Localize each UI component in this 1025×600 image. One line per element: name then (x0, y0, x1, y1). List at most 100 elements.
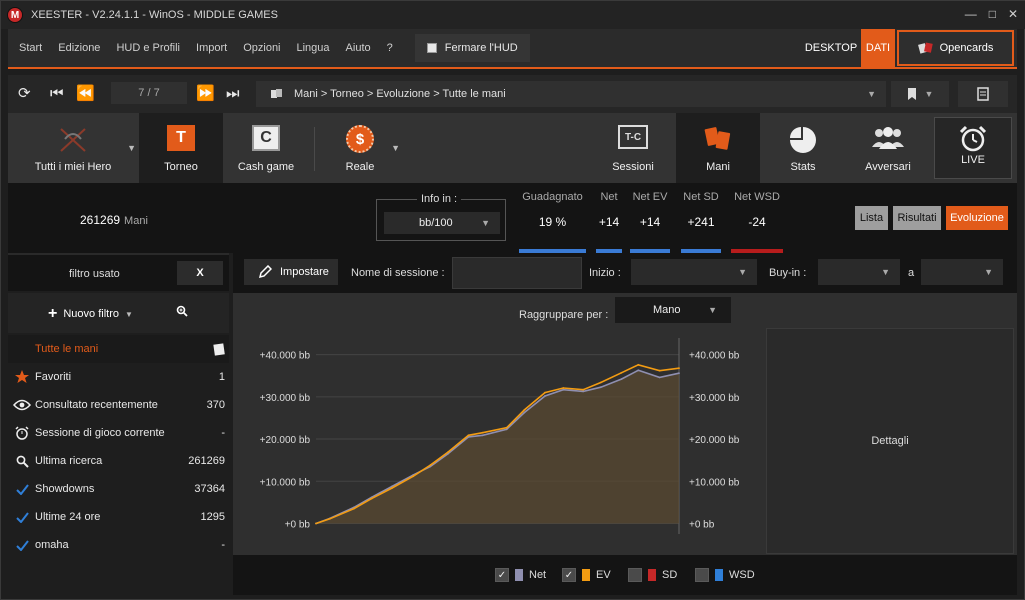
mani-label: Mani (706, 161, 730, 173)
info-unit-select[interactable]: bb/100 ▼ (384, 212, 500, 234)
zoom-search-icon[interactable] (176, 305, 188, 320)
used-filter-row: filtro usato X (8, 253, 229, 291)
refresh-icon[interactable]: ⟳ (18, 85, 31, 103)
filter-item[interactable]: Consultato recentemente 370 (8, 391, 229, 419)
legend-checkbox[interactable] (695, 568, 709, 582)
tab-cash-game[interactable]: C Cash game (224, 113, 308, 183)
chevron-down-icon: ▼ (127, 143, 136, 153)
menu-lingua[interactable]: Lingua (289, 42, 338, 54)
y-tick-label: +40.000 bb (689, 351, 740, 362)
close-icon[interactable]: ✕ (1008, 7, 1018, 21)
impostare-button[interactable]: Impostare (244, 259, 338, 285)
breadcrumb[interactable]: Mani > Torneo > Evoluzione > Tutte le ma… (256, 81, 886, 107)
clear-filter-button[interactable]: X (177, 261, 223, 285)
filter-item[interactable]: omaha - (8, 531, 229, 559)
hero-selector[interactable]: Tutti i miei Hero ▼ (8, 113, 138, 183)
stat-label: Net EV (632, 191, 668, 203)
legend-ev[interactable]: ✓ EV (562, 568, 611, 582)
buyin-to-select[interactable]: ▼ (921, 259, 1003, 285)
last-icon[interactable]: ⏭ (226, 85, 240, 103)
tab-torneo[interactable]: T Torneo (139, 113, 223, 183)
filter-item[interactable]: Favoriti 1 (8, 363, 229, 391)
stats-label: Stats (790, 161, 816, 173)
legend-sd[interactable]: SD (628, 568, 677, 582)
new-filter-button[interactable]: + Nuovo filtro ▼ (48, 305, 133, 323)
tab-mani[interactable]: Mani (676, 113, 760, 183)
sessions-icon: T-C (618, 125, 648, 149)
chevron-down-icon: ▼ (738, 267, 747, 277)
hud-checkbox[interactable] (426, 43, 437, 53)
chevron-down-icon[interactable]: ▼ (867, 89, 876, 99)
session-filter-bar: Impostare Nome di sessione : Inizio : ▼ … (233, 253, 1017, 293)
tab-avversari[interactable]: Avversari (846, 113, 930, 183)
cards-icon (271, 89, 282, 98)
inizio-select[interactable]: ▼ (631, 259, 757, 285)
legend-checkbox[interactable]: ✓ (495, 568, 509, 582)
tab-reale[interactable]: $ Reale ▼ (318, 113, 402, 183)
filter-item[interactable]: Showdowns 37364 (8, 475, 229, 503)
notes-icon (977, 87, 989, 101)
legend-swatch (715, 569, 723, 581)
opencards-button[interactable]: Opencards (897, 30, 1014, 66)
data-point-net (637, 369, 640, 372)
filter-item[interactable]: Ultima ricerca 261269 (8, 447, 229, 475)
app-logo: M (7, 7, 23, 23)
risultati-button[interactable]: Risultati (893, 206, 941, 230)
maximize-icon[interactable]: □ (989, 7, 996, 21)
menu-help[interactable]: ? (379, 42, 401, 54)
live-button[interactable]: LIVE (934, 117, 1012, 179)
group-by-select[interactable]: Mano ▼ (615, 297, 731, 323)
stop-hud-button[interactable]: Fermare l'HUD (414, 34, 530, 62)
next-icon[interactable]: ⏩ (196, 85, 215, 103)
bookmark-button[interactable]: ▼ (891, 81, 949, 107)
data-point-ev (562, 387, 565, 389)
stat-value: -24 (748, 215, 766, 229)
cash-game-icon: C (252, 125, 280, 151)
tab-sessioni[interactable]: T-C Sessioni (591, 113, 675, 183)
filter-all-hands[interactable]: Tutte le mani (8, 335, 229, 363)
filter-item[interactable]: Ultime 24 ore 1295 (8, 503, 229, 531)
legend-checkbox[interactable] (628, 568, 642, 582)
legend-checkbox[interactable]: ✓ (562, 568, 576, 582)
evoluzione-button[interactable]: Evoluzione (946, 206, 1008, 230)
filter-item-label: Ultime 24 ore (35, 511, 101, 523)
check-icon (9, 483, 35, 495)
legend-net[interactable]: ✓ Net (495, 568, 546, 582)
menu-aiuto[interactable]: Aiuto (338, 42, 379, 54)
menu-edizione[interactable]: Edizione (50, 42, 108, 54)
filter-item[interactable]: Sessione di gioco corrente - (8, 419, 229, 447)
chevron-down-icon: ▼ (391, 143, 400, 153)
buyin-label: Buy-in : (769, 267, 807, 279)
data-point-ev (658, 369, 661, 372)
stat-label: Net WSD (734, 191, 780, 203)
desktop-button[interactable]: DESKTOP (803, 29, 859, 67)
menu-opzioni[interactable]: Opzioni (235, 42, 288, 54)
menu-start[interactable]: Start (8, 42, 50, 54)
notes-button[interactable] (958, 81, 1008, 107)
filter-item-label: omaha (35, 539, 69, 551)
stat-net-ev: Net EV +14 (630, 191, 670, 253)
dati-button[interactable]: DATI (861, 29, 895, 67)
minimize-icon[interactable]: — (965, 7, 977, 21)
details-label: Dettagli (871, 435, 909, 447)
info-in-label: Info in : (417, 193, 462, 205)
legend-wsd[interactable]: WSD (695, 568, 755, 582)
session-name-input[interactable] (452, 257, 582, 289)
data-point-ev (505, 426, 508, 429)
stop-hud-label: Fermare l'HUD (444, 42, 518, 54)
group-by-value: Mano (653, 304, 681, 316)
first-icon[interactable]: ⏮ (50, 85, 64, 103)
filter-item-count: 261269 (188, 455, 225, 467)
data-point-net (562, 388, 565, 391)
tab-stats[interactable]: Stats (761, 113, 845, 183)
stat-net-wsd: Net WSD -24 (731, 191, 783, 253)
previous-icon[interactable]: ⏪ (76, 85, 95, 103)
data-point-ev (412, 475, 415, 478)
menu-hud-profili[interactable]: HUD e Profili (108, 42, 188, 54)
hands-value: 261269 (80, 213, 121, 227)
y-tick-label: +0 bb (285, 519, 311, 530)
lista-button[interactable]: Lista (855, 206, 888, 230)
buyin-from-select[interactable]: ▼ (818, 259, 900, 285)
menu-import[interactable]: Import (188, 42, 235, 54)
stat-value: +14 (639, 215, 661, 229)
